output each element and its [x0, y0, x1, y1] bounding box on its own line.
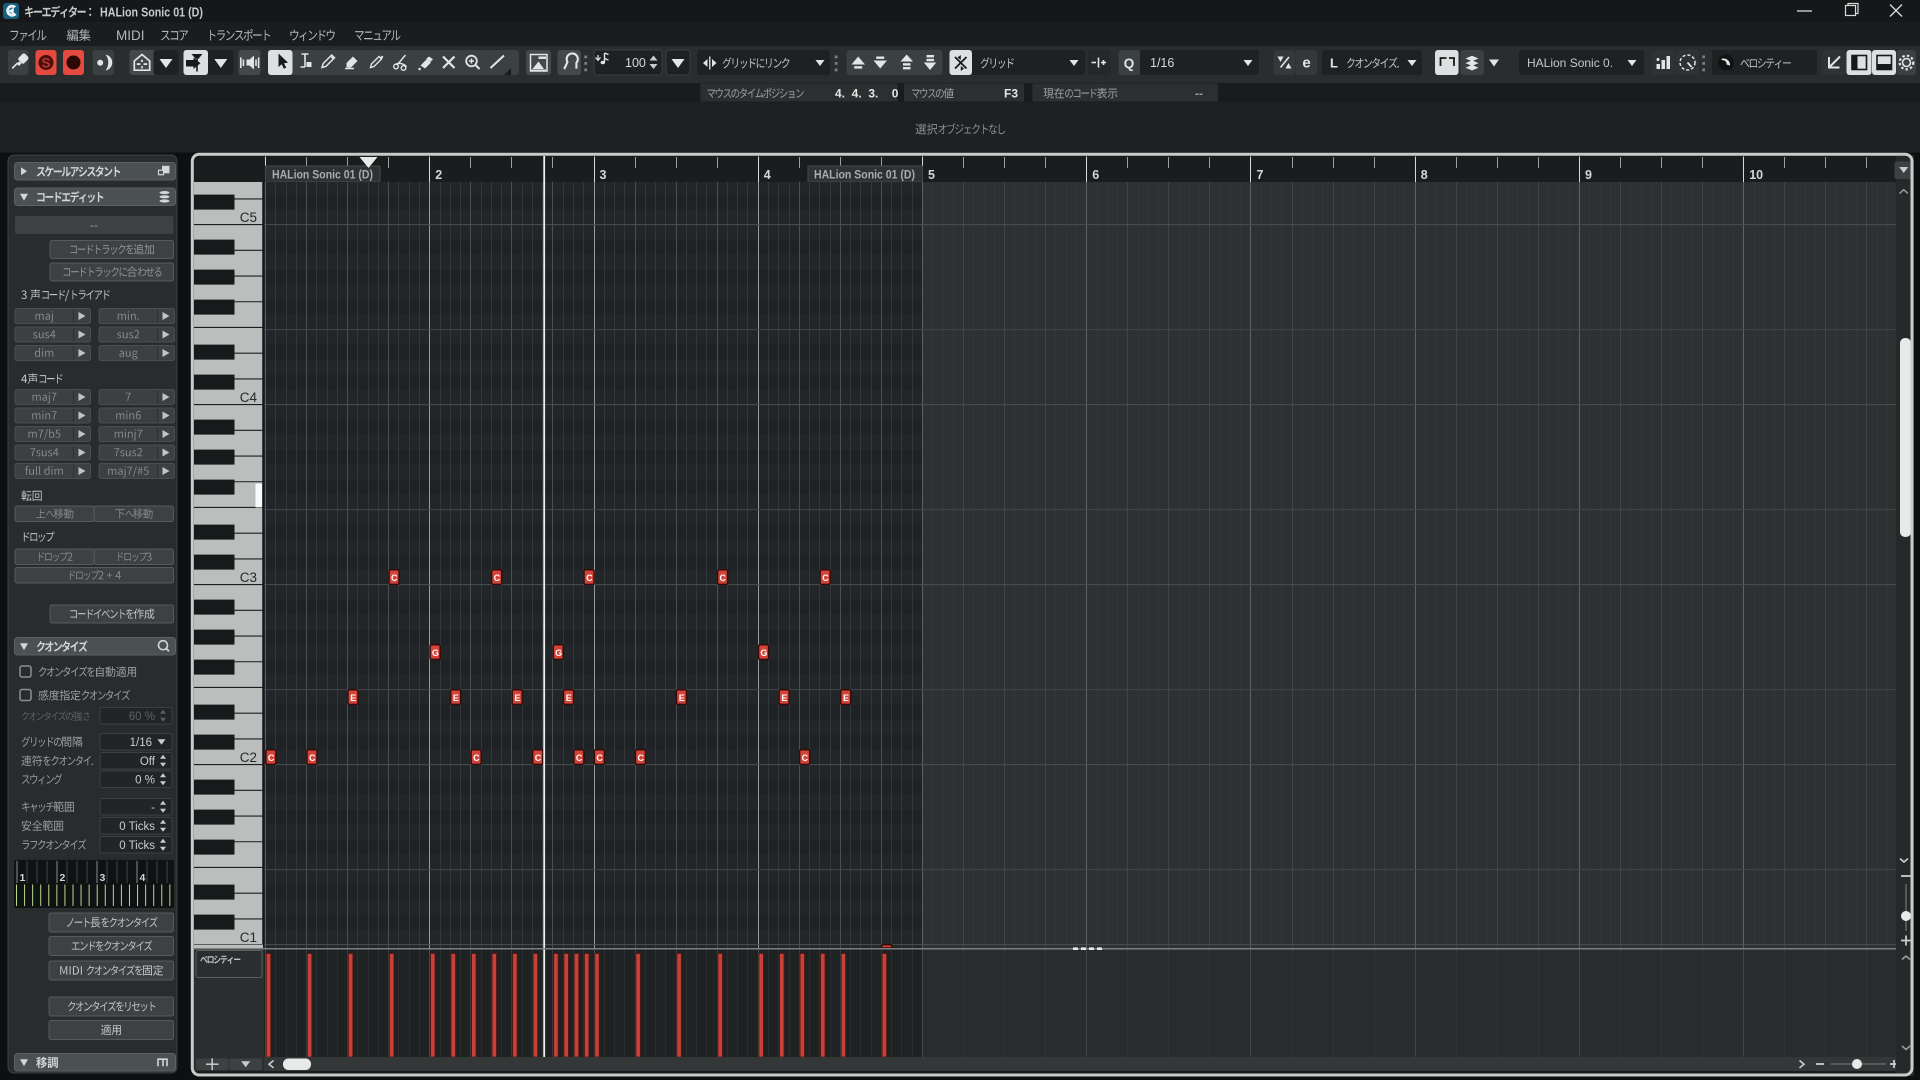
svg-text:10: 10: [1749, 168, 1763, 182]
svg-text:HALion Sonic 0.: HALion Sonic 0.: [1527, 56, 1613, 70]
svg-text:5: 5: [928, 168, 935, 182]
svg-text:0 Ticks: 0 Ticks: [119, 840, 155, 852]
svg-text:4. 4. 3. 0: 4. 4. 3. 0: [835, 87, 899, 101]
svg-text:C: C: [802, 753, 809, 763]
svg-text:C5: C5: [240, 210, 257, 225]
svg-text:9: 9: [1585, 168, 1592, 182]
svg-text:S: S: [41, 56, 50, 71]
svg-text:2: 2: [435, 168, 442, 182]
svg-text:C3: C3: [240, 570, 257, 585]
svg-text:C4: C4: [240, 390, 258, 405]
svg-text:4: 4: [764, 168, 771, 182]
svg-text:4: 4: [140, 872, 146, 884]
svg-text:E: E: [514, 693, 520, 703]
svg-text:2: 2: [60, 872, 66, 884]
svg-text:HALion Sonic 01 (D): HALion Sonic 01 (D): [272, 170, 373, 182]
svg-text:-: -: [151, 802, 155, 814]
svg-text:E: E: [350, 693, 356, 703]
svg-text:C: C: [596, 753, 603, 763]
svg-text:G: G: [760, 648, 767, 658]
svg-text:F3: F3: [1004, 87, 1018, 101]
svg-text:C: C: [637, 753, 644, 763]
svg-text:60 %: 60 %: [129, 711, 155, 723]
svg-text:Q: Q: [1124, 56, 1135, 71]
svg-text:C: C: [268, 753, 275, 763]
svg-text:HALion Sonic 01 (D): HALion Sonic 01 (D): [100, 6, 203, 20]
svg-text:0 Ticks: 0 Ticks: [119, 821, 155, 833]
svg-text:C: C: [576, 753, 583, 763]
svg-text:3: 3: [600, 168, 607, 182]
svg-text:1/16: 1/16: [1150, 56, 1174, 70]
svg-text:C: C: [391, 573, 398, 583]
svg-text:E: E: [843, 693, 849, 703]
svg-text:7: 7: [1257, 168, 1264, 182]
svg-text:E: E: [566, 693, 572, 703]
svg-text:C: C: [720, 573, 727, 583]
svg-text:HALion Sonic 01 (D): HALion Sonic 01 (D): [814, 170, 915, 182]
svg-text:G: G: [432, 648, 439, 658]
svg-text:MIDI: MIDI: [116, 28, 145, 43]
svg-text:1: 1: [20, 872, 26, 884]
svg-text:G: G: [555, 648, 562, 658]
svg-text:1/16: 1/16: [130, 737, 152, 749]
svg-text:C: C: [309, 753, 316, 763]
svg-text:--: --: [1195, 87, 1203, 101]
svg-text:--: --: [90, 218, 98, 232]
svg-text:6: 6: [1092, 168, 1099, 182]
svg-text:100: 100: [625, 56, 646, 70]
svg-text:C: C: [586, 573, 593, 583]
svg-text:C1: C1: [240, 930, 257, 945]
svg-text:C: C: [822, 573, 829, 583]
svg-text:e: e: [1302, 55, 1310, 72]
svg-text:C: C: [535, 753, 542, 763]
svg-text:E: E: [679, 693, 685, 703]
svg-text:C: C: [473, 753, 480, 763]
svg-text:3: 3: [100, 872, 106, 884]
svg-text:E: E: [453, 693, 459, 703]
svg-text:Off: Off: [140, 756, 156, 768]
svg-text:8: 8: [1421, 168, 1428, 182]
svg-text:E: E: [781, 693, 787, 703]
svg-text:0 %: 0 %: [135, 775, 155, 787]
svg-text:L: L: [1330, 56, 1338, 71]
svg-text:C: C: [494, 573, 501, 583]
svg-text:C2: C2: [240, 750, 257, 765]
